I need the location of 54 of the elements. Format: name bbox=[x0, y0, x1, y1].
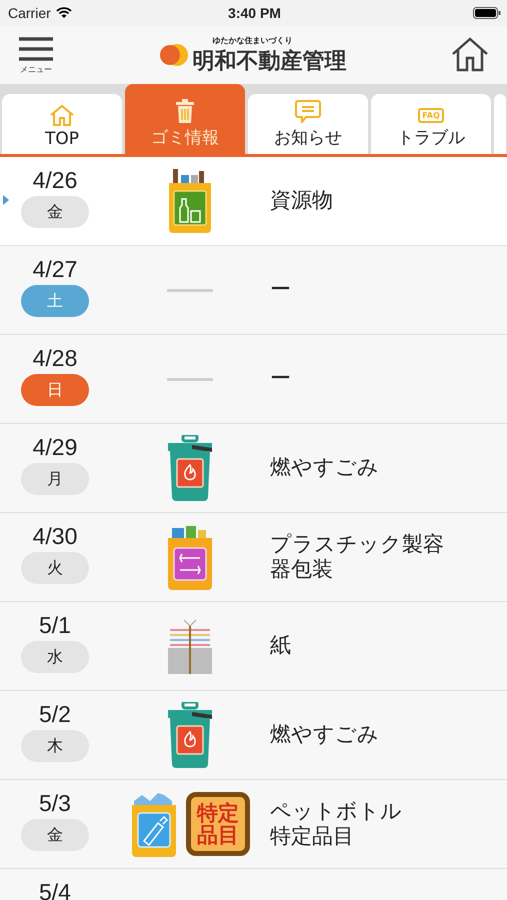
tab[interactable]: お知らせ bbox=[248, 94, 368, 154]
weekday-badge: 木 bbox=[21, 730, 89, 762]
wifi-icon bbox=[56, 7, 72, 19]
recycling-bag-icon bbox=[167, 169, 213, 233]
date-label: 5/3 bbox=[39, 790, 71, 817]
garbage-type-label: ー bbox=[270, 277, 291, 303]
garbage-type-label: 資源物 bbox=[270, 188, 333, 214]
brand-name: 明和不動産管理 bbox=[192, 48, 346, 76]
date-label: 4/28 bbox=[32, 345, 78, 372]
garbage-type-label: 燃やすごみ bbox=[270, 455, 379, 481]
weekday-badge: 土 bbox=[21, 285, 89, 317]
garbage-type-label: ペットボトル bbox=[270, 798, 402, 824]
faq-icon: FAQ bbox=[418, 108, 444, 123]
paper-stack-icon bbox=[166, 618, 214, 674]
special-item-badge: 特定品目 bbox=[186, 792, 250, 856]
date-label: 4/27 bbox=[32, 256, 78, 283]
date-label: 4/29 bbox=[32, 434, 78, 461]
garbage-type-label: ー bbox=[270, 366, 291, 392]
status-time: 3:40 PM bbox=[228, 5, 281, 21]
message-icon bbox=[295, 99, 321, 123]
garbage-type-label: 燃やすごみ bbox=[270, 722, 379, 748]
bottle-bag-icon bbox=[130, 791, 178, 857]
weekday-badge: 月 bbox=[21, 463, 89, 495]
date-label: 5/2 bbox=[39, 701, 71, 728]
carrier-label: Carrier bbox=[8, 5, 51, 21]
date-label: 4/30 bbox=[32, 523, 78, 550]
plastic-bag-icon bbox=[166, 524, 214, 590]
home-button[interactable] bbox=[451, 36, 489, 74]
schedule-row[interactable]: 4/26 金 資源物 bbox=[0, 157, 507, 246]
weekday-badge: 火 bbox=[21, 552, 89, 584]
garbage-type-label: プラスチック製容 bbox=[270, 532, 444, 557]
date-label: 5/4 bbox=[39, 879, 71, 900]
weekday-badge: 水 bbox=[21, 641, 89, 673]
tab[interactable]: FAQ トラブル bbox=[371, 94, 491, 154]
weekday-badge: 金 bbox=[21, 196, 89, 228]
battery-icon bbox=[473, 7, 502, 19]
weekday-badge: 日 bbox=[21, 374, 89, 406]
garbage-type-label: 器包装 bbox=[270, 557, 333, 582]
menu-button[interactable]: メニュー bbox=[18, 36, 54, 74]
date-label: 4/26 bbox=[32, 167, 78, 194]
logo-tagline: ゆたかな住まいづくり bbox=[212, 34, 292, 46]
current-day-marker bbox=[3, 195, 9, 205]
garbage-type-label: 特定品目 bbox=[270, 824, 354, 850]
burnable-trash-can-icon bbox=[166, 702, 214, 768]
home-icon bbox=[49, 104, 75, 126]
dash-icon bbox=[167, 378, 213, 380]
trash-icon bbox=[175, 99, 195, 123]
burnable-trash-can-icon bbox=[166, 435, 214, 501]
weekday-badge: 金 bbox=[21, 819, 89, 851]
date-label: 5/1 bbox=[39, 612, 71, 639]
tab[interactable]: TOP bbox=[2, 94, 122, 154]
logo-icon bbox=[158, 43, 188, 67]
dash-icon bbox=[167, 288, 213, 292]
garbage-type-label: 紙 bbox=[270, 633, 291, 659]
